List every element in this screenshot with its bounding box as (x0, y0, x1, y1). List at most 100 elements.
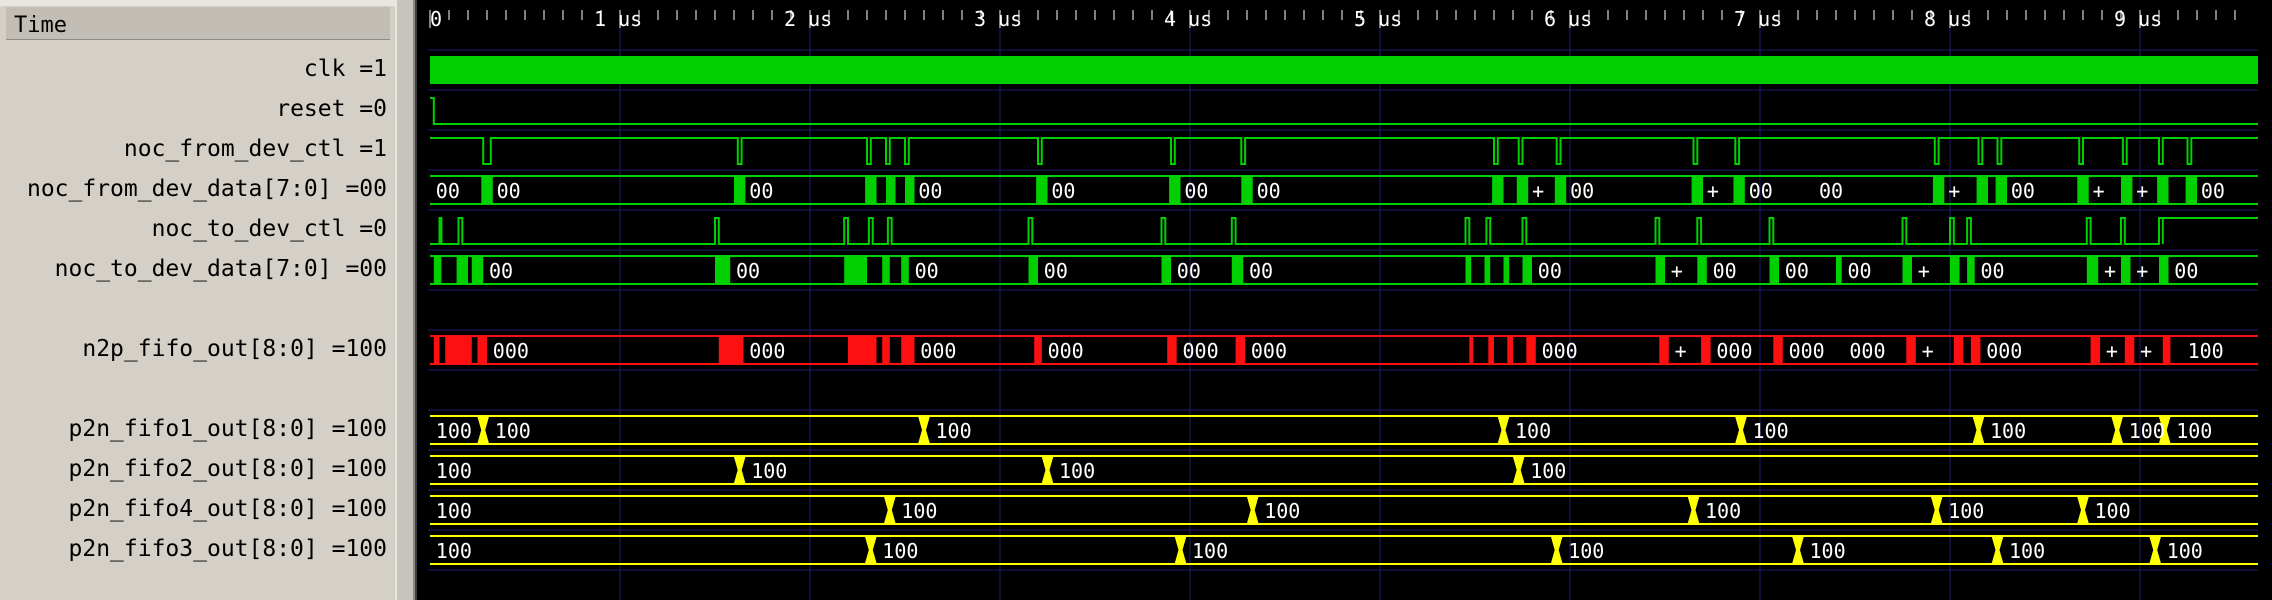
waveform-viewer: Time clk =1 reset =0 noc_from_dev_ctl =1 no… (0, 0, 2272, 600)
noc-from-dev-data-wave-value-label: 00 (1184, 179, 1208, 203)
noc-to-dev-data-wave-value-label: 00 (1981, 259, 2005, 283)
p2n-fifo4-out-wave-value-label: 100 (901, 499, 937, 523)
noc-to-dev-data-wave-value-label: 00 (1713, 259, 1737, 283)
noc-from-dev-data-wave-transition (1995, 176, 2007, 204)
noc-from-dev-data-wave-value-label: 00 (436, 179, 460, 203)
noc-from-dev-data-wave-transition (734, 176, 746, 204)
p2n-fifo1-out-wave-edge (1497, 416, 1510, 444)
reset-wave (430, 97, 2258, 125)
n2p-fifo-out-wave-value-label: 000 (1986, 339, 2022, 363)
noc-from-dev-ctl-wave (430, 137, 2258, 165)
noc-from-dev-data-wave-transition (886, 176, 896, 204)
ruler-tick-label: 5 us (1354, 7, 1402, 31)
noc-to-dev-data-wave-transition (1028, 256, 1038, 284)
p2n-fifo4-out-wave-edge (1687, 496, 1700, 524)
noc-from-dev-data-wave-value-label: + (1948, 179, 1960, 203)
n2p-fifo-out-wave-value-label: 000 (1716, 339, 1752, 363)
noc-from-dev-data-wave-transition (1169, 176, 1181, 204)
p2n-fifo4-out-wave-edge (883, 496, 896, 524)
n2p-fifo-out-wave-transition (1469, 336, 1474, 364)
noc-from-dev-data-wave-value-label: 00 (1257, 179, 1281, 203)
p2n-fifo1-out-wave-value-label: 100 (436, 419, 472, 443)
p2n-fifo4-out-wave-edge (1246, 496, 1259, 524)
noc-from-dev-data-wave-value-label: + (2093, 179, 2105, 203)
n2p-fifo-out-wave-value-label: 100 (2188, 339, 2224, 363)
p2n-fifo4-out-wave-value-label: 100 (1948, 499, 1984, 523)
n2p-fifo-out-wave-value-label: + (1922, 339, 1934, 363)
p2n-fifo3-out-wave-edge (1792, 536, 1804, 564)
noc-from-dev-data-wave-transition (1554, 176, 1567, 204)
noc-to-dev-data-wave-value-label: 00 (736, 259, 760, 283)
n2p-fifo-out-wave-transition (1701, 336, 1711, 364)
ruler-tick-label: 3 us (974, 7, 1022, 31)
noc-from-dev-data-wave-transition (865, 176, 877, 204)
p2n-fifo3-out-wave-value-label: 100 (1568, 539, 1604, 563)
p2n-fifo3-out-wave-value-label: 100 (1192, 539, 1228, 563)
noc-from-dev-data-wave-value-label: 00 (1051, 179, 1075, 203)
n2p-fifo-out-wave-transition (433, 336, 440, 364)
n2p-fifo-out-wave-transition (882, 336, 890, 364)
noc-to-dev-data-wave-transition (882, 256, 890, 284)
p2n-fifo4-out-wave-value-label: 100 (1264, 499, 1300, 523)
n2p-fifo-out-wave-transition (1507, 336, 1513, 364)
n2p-fifo-out-wave-value-label: 000 (1048, 339, 1084, 363)
n2p-fifo-out-wave-transition (1526, 336, 1536, 364)
noc-from-dev-data-wave-transition (2077, 176, 2089, 204)
p2n-fifo2-out-wave-value-label: 100 (1530, 459, 1566, 483)
noc-to-dev-data-wave-transition (1950, 256, 1960, 284)
noc-to-dev-data-wave-value-label: 00 (2174, 259, 2198, 283)
noc-from-dev-data-wave-value-label: 00 (1570, 179, 1594, 203)
waveform-area[interactable]: 01 us 2 us 3 us 4 us 5 us 6 us 7 us 8 us 9 us00 0… (0, 0, 2272, 600)
noc-to-dev-data-wave-transition (471, 256, 484, 284)
noc-to-dev-data-wave-value-label: + (1918, 259, 1930, 283)
n2p-fifo-out-wave-transition (848, 336, 877, 364)
p2n-fifo1-out-wave-value-label: 100 (495, 419, 531, 443)
noc-to-dev-data-wave-transition (2086, 256, 2099, 284)
p2n-fifo3-out-wave-value-label: 100 (1810, 539, 1846, 563)
noc-from-dev-data-wave-transition (1691, 176, 1703, 204)
p2n-fifo4-out-wave-edge (2077, 496, 2089, 524)
ruler-tick-label: 2 us (784, 7, 832, 31)
noc-to-dev-data-wave-transition (1769, 256, 1779, 284)
noc-from-dev-data-wave-transition (1733, 176, 1745, 204)
n2p-fifo-out-wave-transition (2162, 336, 2171, 364)
n2p-fifo-out-wave-transition (718, 336, 744, 364)
clk-wave (430, 56, 2258, 84)
noc-to-dev-data-wave-transition (1836, 256, 1842, 284)
noc-to-dev-data-wave-transition (901, 256, 909, 284)
n2p-fifo-out-wave-value-label: + (2106, 339, 2118, 363)
noc-to-dev-data-wave-transition (1697, 256, 1707, 284)
p2n-fifo4-out-wave-value-label: 100 (1705, 499, 1741, 523)
n2p-fifo-out-wave-transition (1906, 336, 1916, 364)
noc-from-dev-data-wave-transition (1036, 176, 1048, 204)
p2n-fifo1-out-wave-edge (1972, 416, 1985, 444)
p2n-fifo3-out-wave-edge (2149, 536, 2162, 564)
p2n-fifo3-out-wave-edge (1174, 536, 1187, 564)
n2p-fifo-out-wave-transition (445, 336, 472, 364)
n2p-fifo-out-wave-transition (901, 336, 915, 364)
noc-from-dev-data-wave-value-label: 00 (749, 179, 773, 203)
p2n-fifo1-out-wave-value-label: 100 (1515, 419, 1551, 443)
p2n-fifo3-out-wave-value-label: 100 (882, 539, 918, 563)
n2p-fifo-out-wave-value-label: 000 (749, 339, 785, 363)
noc-to-dev-data-wave-value-label: + (1671, 259, 1683, 283)
noc-to-dev-data-wave-transition (2121, 256, 2131, 284)
noc-to-dev-data-wave-value-label: 00 (1044, 259, 1068, 283)
p2n-fifo2-out-wave-value-label: 100 (436, 459, 472, 483)
n2p-fifo-out-wave-value-label: 000 (1789, 339, 1825, 363)
n2p-fifo-out-wave-value-label: + (2140, 339, 2152, 363)
p2n-fifo3-out-wave-edge (1550, 536, 1563, 564)
noc-to-dev-data-wave-transition (844, 256, 867, 284)
n2p-fifo-out-wave-transition (1235, 336, 1246, 364)
p2n-fifo3-out-wave-value-label: 100 (2009, 539, 2045, 563)
n2p-fifo-out-wave-transition (1488, 336, 1494, 364)
n2p-fifo-out-wave-value-label: 000 (1542, 339, 1578, 363)
ruler-tick-label: 6 us (1544, 7, 1592, 31)
n2p-fifo-out-wave-transition (1953, 336, 1964, 364)
noc-to-dev-data-wave-value-label: 00 (1848, 259, 1872, 283)
noc-from-dev-data-wave-value-label: 00 (1749, 179, 1773, 203)
ruler-tick-label: 4 us (1164, 7, 1212, 31)
noc-from-dev-data-wave-value-label: + (1707, 179, 1719, 203)
noc-to-dev-data-wave-transition (2159, 256, 2169, 284)
p2n-fifo2-out-wave-edge (1041, 456, 1054, 484)
